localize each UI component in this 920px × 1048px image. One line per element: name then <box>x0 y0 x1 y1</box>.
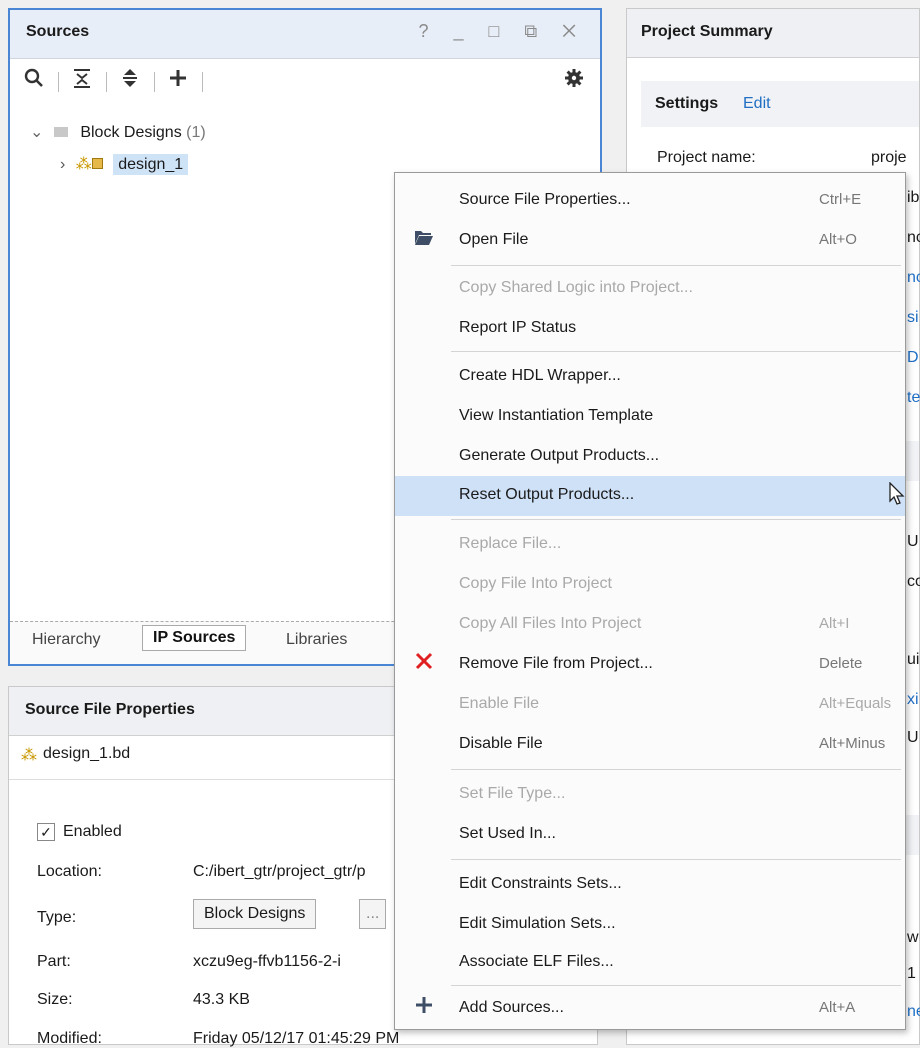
type-more-button[interactable]: ... <box>359 899 387 929</box>
settings-bar: Settings Edit <box>641 81 919 127</box>
summary-fragment: w <box>907 929 919 946</box>
menu-item-edit-constraints-sets[interactable]: Edit Constraints Sets... <box>395 865 905 905</box>
edit-link[interactable]: Edit <box>743 95 771 113</box>
menu-item-create-hdl-wrapper[interactable]: Create HDL Wrapper... <box>395 357 905 397</box>
sources-toolbar <box>10 60 600 104</box>
tree-group-block-designs[interactable]: ⌄ Block Designs (1) <box>30 122 206 142</box>
menu-item-report-ip-status[interactable]: Report IP Status <box>395 309 905 349</box>
block-design-icon: ⁂ <box>75 156 92 173</box>
folder-icon <box>53 127 68 137</box>
summary-fragment[interactable]: D <box>907 349 919 367</box>
menu-item-remove-file-from-project[interactable]: Remove File from Project... Delete <box>395 645 905 685</box>
window-buttons[interactable]: ? _ □ ⧉ ✕ <box>419 21 586 42</box>
add-icon[interactable] <box>168 68 188 94</box>
gear-icon[interactable] <box>564 68 584 94</box>
tree-item-label[interactable]: design_1 <box>113 154 189 175</box>
modified-label: Modified: <box>37 1030 102 1047</box>
enabled-label: Enabled <box>63 823 122 840</box>
size-value: 43.3 KB <box>193 991 250 1008</box>
add-icon <box>413 996 435 1018</box>
menu-item-associate-elf-files[interactable]: Associate ELF Files... <box>395 943 905 983</box>
search-icon[interactable] <box>24 68 44 94</box>
collapse-all-icon[interactable] <box>72 68 92 94</box>
block-design-icon: ⁂ <box>21 747 37 764</box>
menu-item-source-file-properties[interactable]: Source File Properties... Ctrl+E <box>395 181 905 221</box>
sources-title: Sources <box>26 23 90 40</box>
summary-fragment: U <box>907 533 919 550</box>
summary-fragment[interactable]: ne <box>907 1003 920 1021</box>
summary-fragment[interactable]: nc <box>907 269 920 287</box>
tab-libraries[interactable]: Libraries <box>286 631 347 649</box>
menu-item-set-used-in[interactable]: Set Used In... <box>395 815 905 855</box>
location-value: C:/ibert_gtr/project_gtr/p <box>193 863 366 880</box>
menu-item-copy-file-into-project: Copy File Into Project <box>459 575 612 592</box>
menu-item-reset-output-products[interactable]: Reset Output Products... <box>395 476 905 516</box>
size-label: Size: <box>37 991 73 1008</box>
summary-fragment: 1 <box>907 965 916 982</box>
menu-item-add-sources[interactable]: Add Sources... Alt+A <box>395 989 905 1029</box>
props-title: Source File Properties <box>25 701 195 718</box>
menu-item-edit-simulation-sets[interactable]: Edit Simulation Sets... <box>395 905 905 945</box>
summary-fragment: U <box>907 729 919 746</box>
tree-group-label: Block Designs <box>80 124 182 141</box>
type-label: Type: <box>37 909 77 926</box>
menu-item-enable-file: Enable File Alt+Equals <box>459 695 892 712</box>
settings-label: Settings <box>655 95 719 112</box>
type-button[interactable]: Block Designs <box>193 899 317 929</box>
summary-fragment[interactable]: te <box>907 389 920 407</box>
tree-group-count: (1) <box>186 124 206 141</box>
tab-hierarchy[interactable]: Hierarchy <box>32 631 100 649</box>
part-label: Part: <box>37 953 71 970</box>
menu-item-copy-shared-logic: Copy Shared Logic into Project... <box>459 279 693 296</box>
summary-fragment: co <box>907 573 920 590</box>
project-name-label: Project name: <box>657 149 756 166</box>
menu-item-open-file[interactable]: Open File Alt+O <box>395 221 905 261</box>
project-name-value: proje <box>871 149 907 166</box>
menu-item-generate-output-products[interactable]: Generate Output Products... <box>395 437 905 477</box>
sources-header: Sources ? _ □ ⧉ ✕ <box>10 10 600 59</box>
menu-item-view-instantiation-template[interactable]: View Instantiation Template <box>395 397 905 437</box>
summary-fragment[interactable]: si <box>907 309 919 327</box>
modified-value: Friday 05/12/17 01:45:29 PM <box>193 1030 400 1047</box>
summary-fragment[interactable]: xi <box>907 691 919 709</box>
context-menu: Source File Properties... Ctrl+E Open Fi… <box>394 172 906 1030</box>
summary-fragment: ui <box>907 651 920 668</box>
props-file-name: design_1.bd <box>43 745 131 762</box>
mouse-cursor-icon <box>889 481 905 511</box>
location-label: Location: <box>37 863 102 880</box>
menu-item-set-file-type: Set File Type... <box>459 785 566 802</box>
remove-x-icon <box>413 652 435 674</box>
summary-fragment: ib <box>907 189 920 206</box>
tab-ip-sources[interactable]: IP Sources <box>142 625 247 651</box>
tree-item-design-1[interactable]: › ⁂ design_1 <box>60 154 189 175</box>
chevron-right-icon[interactable]: › <box>60 156 65 173</box>
summary-title: Project Summary <box>641 23 773 40</box>
chevron-down-icon[interactable]: ⌄ <box>30 124 43 141</box>
part-value: xczu9eg-ffvb1156-2-i <box>193 953 341 970</box>
enabled-checkbox[interactable]: ✓ <box>37 823 55 841</box>
menu-item-copy-all-files-into-project: Copy All Files Into Project Alt+I <box>459 615 850 632</box>
summary-fragment: nc <box>907 229 920 246</box>
menu-item-replace-file: Replace File... <box>459 535 562 552</box>
open-folder-icon <box>413 228 435 250</box>
menu-item-disable-file[interactable]: Disable File Alt+Minus <box>395 725 905 765</box>
bd-square-icon <box>91 158 103 169</box>
expand-all-icon[interactable] <box>120 68 140 94</box>
summary-header: Project Summary <box>627 9 919 58</box>
